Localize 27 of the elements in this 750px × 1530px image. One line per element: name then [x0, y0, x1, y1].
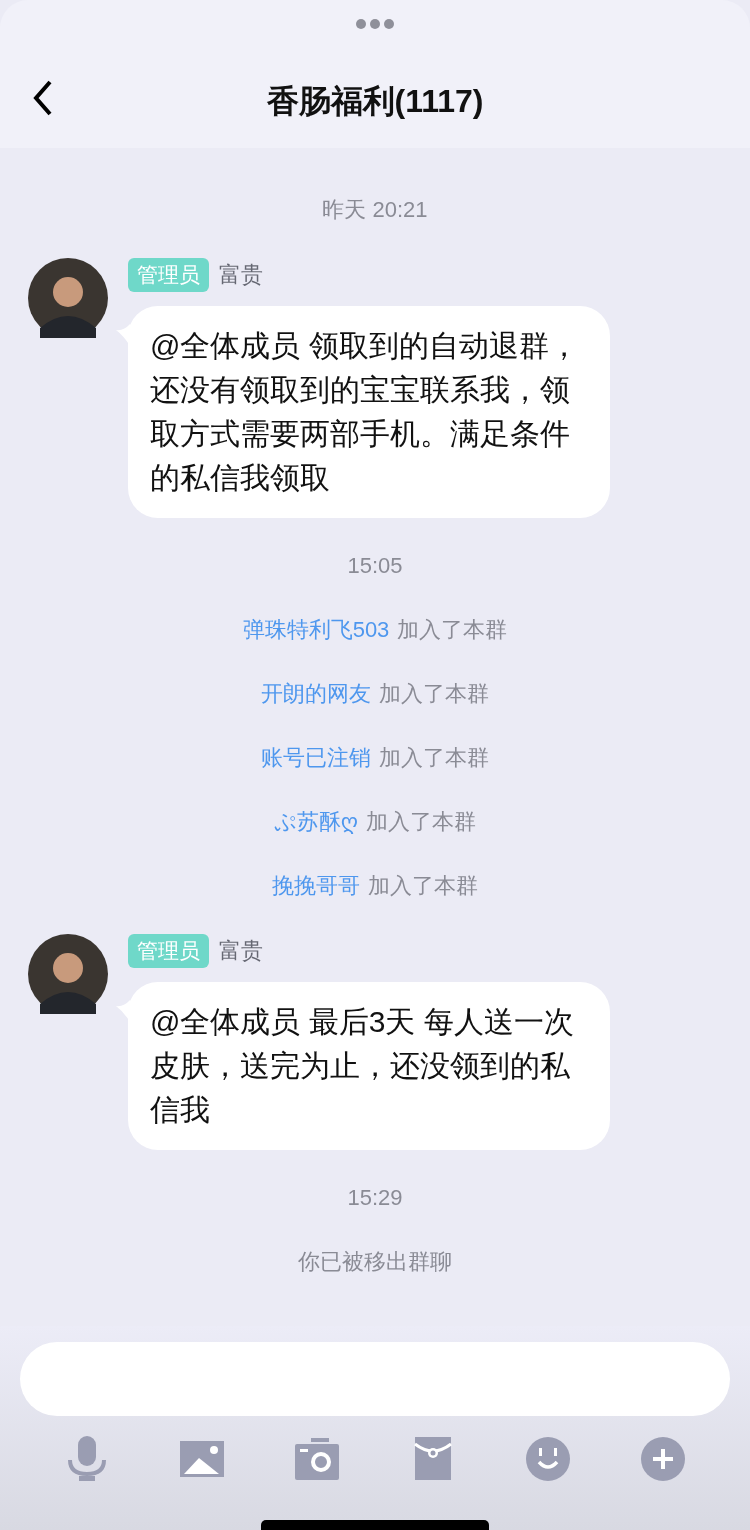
member-name-link[interactable]: 挽挽哥哥 [272, 871, 360, 901]
timestamp: 15:05 [347, 553, 403, 579]
role-badge: 管理员 [128, 258, 209, 292]
member-name-link[interactable]: 开朗的网友 [261, 679, 371, 709]
emoji-icon[interactable] [524, 1436, 571, 1482]
join-notice: 加入了本群 [368, 872, 478, 900]
avatar[interactable] [28, 258, 108, 338]
sender-name: 富贵 [219, 261, 263, 289]
timestamp: 15:29 [347, 1185, 403, 1211]
join-notice: 加入了本群 [379, 744, 489, 772]
join-notice: 加入了本群 [397, 616, 508, 644]
avatar[interactable] [28, 934, 108, 1014]
join-notice: 加入了本群 [366, 808, 477, 836]
system-notice: 你已被移出群聊 [298, 1248, 452, 1276]
chat-title: 香肠福利(1117) [266, 82, 484, 121]
camera-icon[interactable] [294, 1436, 341, 1482]
timestamp: 昨天 20:21 [322, 196, 428, 224]
message-bubble: @全体成员 领取到的自动退群，还没有领取到的宝宝联系我，领取方式需要两部手机。满足条件的私信我领取 [128, 306, 610, 518]
role-badge: 管理员 [128, 934, 209, 968]
sender-name: 富贵 [219, 937, 263, 965]
plus-icon[interactable] [639, 1436, 686, 1482]
join-notice: 加入了本群 [379, 680, 489, 708]
member-name-link[interactable]: ぷ苏酥ღ [273, 807, 359, 837]
more-icon[interactable] [355, 18, 395, 30]
member-name-link[interactable]: 账号已注销 [261, 743, 371, 773]
message-bubble: @全体成员 最后3天 每人送一次皮肤，送完为止，还没领到的私信我 [128, 982, 610, 1150]
member-name-link[interactable]: 弹珠特利飞503 [242, 615, 390, 645]
